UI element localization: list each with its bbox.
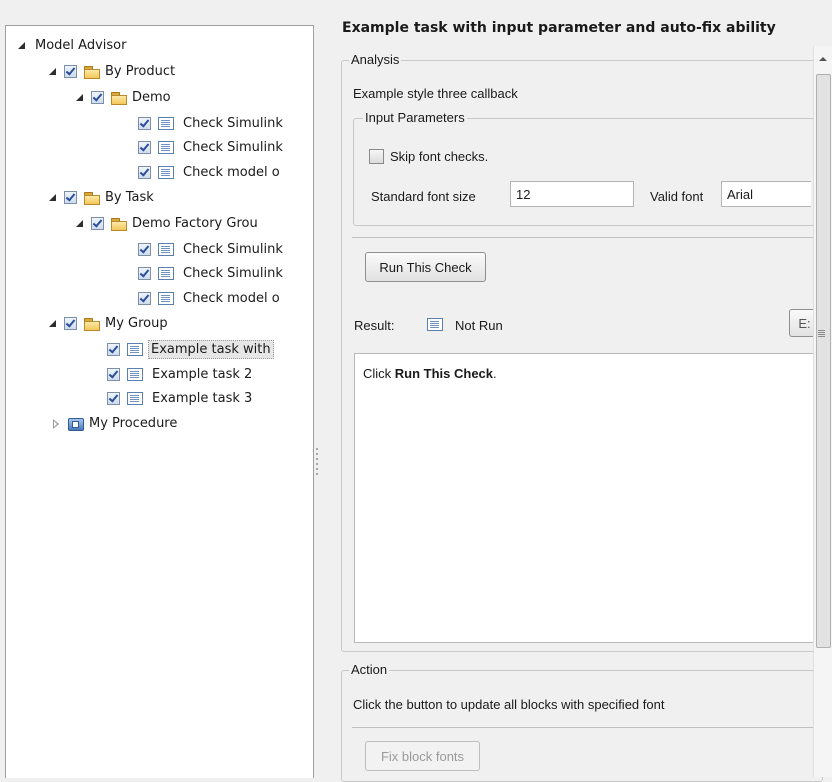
- checkbox-icon[interactable]: [138, 166, 151, 179]
- tree-node-model-advisor[interactable]: Model Advisor: [18, 34, 126, 57]
- font-size-input[interactable]: 12: [510, 181, 634, 207]
- divider: [352, 727, 813, 728]
- valid-font-input[interactable]: Arial: [721, 181, 811, 207]
- font-size-label: Standard font size: [371, 189, 476, 204]
- check-document-icon: [127, 368, 143, 381]
- model-advisor-tree[interactable]: Model Advisor By Product Demo Check Simu…: [5, 25, 314, 778]
- expanded-arrow-icon[interactable]: [49, 68, 56, 75]
- folder-icon: [84, 191, 100, 205]
- check-document-icon: [158, 141, 174, 154]
- tree-node-demo[interactable]: Demo: [76, 86, 171, 109]
- analysis-description: Example style three callback: [353, 86, 518, 101]
- folder-icon: [84, 317, 100, 331]
- checkbox-icon[interactable]: [91, 217, 104, 230]
- action-legend: Action: [349, 662, 390, 677]
- tree-node-check[interactable]: Check model o: [138, 161, 280, 184]
- check-document-icon: [158, 267, 174, 280]
- checkbox-icon[interactable]: [138, 141, 151, 154]
- action-description: Click the button to update all blocks wi…: [353, 697, 665, 712]
- tree-node-example-task-2[interactable]: Example task 2: [107, 363, 252, 386]
- skip-font-checks-checkbox[interactable]: [369, 149, 384, 164]
- input-parameters-group: [353, 118, 825, 226]
- expanded-arrow-icon[interactable]: [49, 194, 56, 201]
- tree-node-my-procedure[interactable]: My Procedure: [53, 412, 177, 435]
- check-document-icon: [158, 117, 174, 130]
- tree-header: [5, 0, 312, 25]
- tree-node-my-group[interactable]: My Group: [49, 312, 168, 335]
- folder-icon: [84, 65, 100, 79]
- tree-node-example-task-3[interactable]: Example task 3: [107, 387, 252, 410]
- run-this-check-button[interactable]: Run This Check: [365, 252, 486, 282]
- checkbox-icon[interactable]: [64, 65, 77, 78]
- pane-splitter-handle[interactable]: [316, 448, 318, 480]
- tree-node-demo-factory-group[interactable]: Demo Factory Grou: [76, 212, 258, 235]
- check-document-icon: [158, 292, 174, 305]
- check-document-icon: [158, 166, 174, 179]
- vertical-scrollbar[interactable]: [813, 46, 832, 777]
- checkbox-icon[interactable]: [138, 243, 151, 256]
- expanded-arrow-icon[interactable]: [18, 42, 25, 49]
- scrollbar-grip-icon: [818, 330, 825, 331]
- checkbox-icon[interactable]: [107, 368, 120, 381]
- check-document-icon: [127, 392, 143, 405]
- folder-icon: [111, 217, 127, 231]
- expanded-arrow-icon[interactable]: [76, 220, 83, 227]
- tree-node-check[interactable]: Check Simulink: [138, 238, 283, 261]
- fix-block-fonts-button[interactable]: Fix block fonts: [365, 741, 480, 771]
- checkbox-icon[interactable]: [64, 317, 77, 330]
- tree-node-check[interactable]: Check model o: [138, 287, 280, 310]
- analysis-legend: Analysis: [349, 52, 402, 67]
- checkbox-icon[interactable]: [138, 292, 151, 305]
- scroll-up-arrow-icon[interactable]: [819, 57, 827, 61]
- input-parameters-legend: Input Parameters: [363, 110, 467, 125]
- collapsed-arrow-icon[interactable]: [53, 418, 59, 429]
- result-status: Not Run: [455, 318, 503, 333]
- tree-node-by-task[interactable]: By Task: [49, 186, 154, 209]
- check-document-icon: [127, 343, 143, 356]
- result-report-area: Click Run This Check.: [354, 353, 816, 643]
- check-details-panel: Example task with input parameter and au…: [323, 0, 832, 782]
- expanded-arrow-icon[interactable]: [76, 94, 83, 101]
- checkbox-icon[interactable]: [138, 117, 151, 130]
- procedure-icon: [68, 417, 84, 431]
- skip-font-checks-label: Skip font checks.: [390, 149, 489, 164]
- result-label: Result:: [354, 318, 395, 333]
- folder-icon: [111, 91, 127, 105]
- checkbox-icon[interactable]: [64, 191, 77, 204]
- result-report-text: Click Run This Check.: [363, 366, 497, 381]
- scrollbar-thumb[interactable]: [816, 74, 831, 648]
- checkbox-icon[interactable]: [107, 343, 120, 356]
- tree-node-example-task-selected[interactable]: Example task with: [107, 338, 274, 361]
- checkbox-icon[interactable]: [107, 392, 120, 405]
- valid-font-label: Valid font: [650, 189, 704, 204]
- tree-node-by-product[interactable]: By Product: [49, 60, 175, 83]
- tree-node-check[interactable]: Check Simulink: [138, 112, 283, 135]
- expanded-arrow-icon[interactable]: [49, 320, 56, 327]
- result-status-icon: [427, 318, 443, 331]
- checkbox-icon[interactable]: [138, 267, 151, 280]
- checkbox-icon[interactable]: [91, 91, 104, 104]
- check-document-icon: [158, 243, 174, 256]
- tree-node-check[interactable]: Check Simulink: [138, 262, 283, 285]
- divider: [352, 237, 813, 238]
- check-title: Example task with input parameter and au…: [342, 20, 776, 36]
- tree-node-check[interactable]: Check Simulink: [138, 136, 283, 159]
